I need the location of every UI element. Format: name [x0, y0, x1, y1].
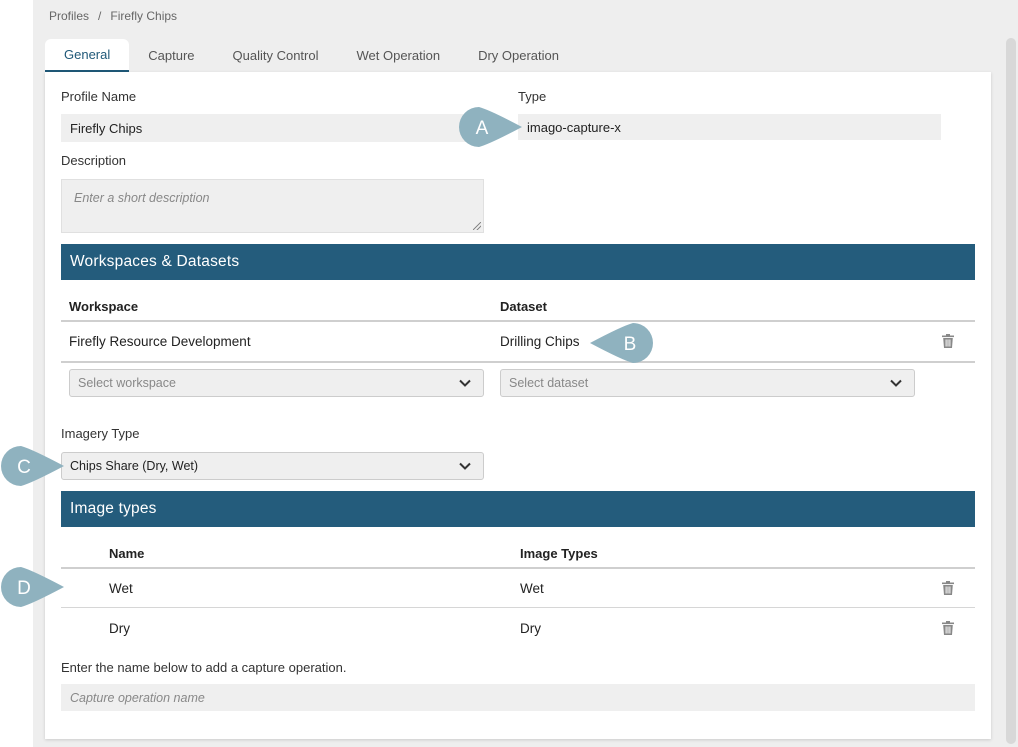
scrollbar-thumb[interactable]: [1006, 38, 1016, 744]
image-types-section-header: Image types: [61, 491, 975, 527]
workspace-cell: Firefly Resource Development: [69, 334, 251, 349]
callout-marker-c: C: [1, 446, 64, 486]
general-panel: [45, 72, 991, 739]
breadcrumb-current: Firefly Chips: [110, 9, 178, 23]
select-dataset-dropdown[interactable]: Select dataset: [500, 369, 915, 397]
tab-dry-operation[interactable]: Dry Operation: [459, 39, 578, 72]
scrollbar-track[interactable]: [1006, 38, 1016, 744]
description-label: Description: [61, 153, 127, 168]
trash-icon[interactable]: [942, 581, 954, 595]
description-placeholder: Enter a short description: [74, 191, 210, 205]
table-row-divider: [61, 361, 975, 363]
workspace-column-header: Workspace: [69, 299, 139, 314]
tab-quality-control[interactable]: Quality Control: [214, 39, 338, 72]
workspaces-section-header: Workspaces & Datasets: [61, 244, 975, 280]
callout-letter: D: [17, 578, 31, 599]
capture-operation-hint: Enter the name below to add a capture op…: [61, 660, 347, 675]
chevron-down-icon: [459, 379, 471, 387]
callout-marker-a: A: [459, 107, 522, 147]
type-label: Type: [518, 89, 547, 104]
profile-name-label: Profile Name: [61, 89, 137, 104]
callout-letter: C: [17, 457, 31, 478]
breadcrumb: Profiles / Firefly Chips: [49, 9, 177, 23]
table-header-divider: [61, 567, 975, 569]
table-header-divider: [61, 320, 975, 322]
resize-grip-icon[interactable]: [473, 222, 481, 230]
callout-marker-d: D: [1, 567, 64, 607]
profile-name-input[interactable]: Firefly Chips: [61, 114, 484, 142]
callout-letter: B: [624, 334, 637, 355]
tab-bar: General Capture Quality Control Wet Oper…: [45, 39, 578, 72]
chevron-down-icon: [459, 462, 471, 470]
image-types-column-header: Image Types: [520, 546, 598, 561]
select-dataset-placeholder: Select dataset: [509, 376, 589, 390]
image-type-types-cell: Wet: [520, 581, 544, 596]
image-type-name-cell: Dry: [109, 621, 130, 636]
dataset-cell: Drilling Chips: [500, 334, 580, 349]
image-type-types-cell: Dry: [520, 621, 541, 636]
select-workspace-placeholder: Select workspace: [78, 376, 176, 390]
table-row-divider: [61, 607, 975, 608]
tab-general[interactable]: General: [45, 39, 130, 72]
imagery-type-label: Imagery Type: [61, 426, 140, 441]
trash-icon[interactable]: [942, 334, 954, 348]
trash-icon[interactable]: [942, 621, 954, 635]
type-field: imago-capture-x: [518, 114, 941, 140]
breadcrumb-separator: /: [98, 9, 102, 23]
dataset-column-header: Dataset: [500, 299, 547, 314]
tab-capture[interactable]: Capture: [129, 39, 213, 72]
chevron-down-icon: [890, 379, 902, 387]
name-column-header: Name: [109, 546, 145, 561]
callout-letter: A: [476, 118, 489, 139]
imagery-type-dropdown[interactable]: Chips Share (Dry, Wet): [61, 452, 484, 480]
capture-operation-input[interactable]: Capture operation name: [61, 684, 975, 711]
callout-marker-b: B: [590, 323, 653, 363]
select-workspace-dropdown[interactable]: Select workspace: [69, 369, 484, 397]
breadcrumb-root[interactable]: Profiles: [49, 9, 89, 23]
description-textarea[interactable]: Enter a short description: [61, 179, 484, 233]
imagery-type-value: Chips Share (Dry, Wet): [70, 459, 199, 473]
tab-wet-operation[interactable]: Wet Operation: [337, 39, 459, 72]
image-type-name-cell: Wet: [109, 581, 133, 596]
